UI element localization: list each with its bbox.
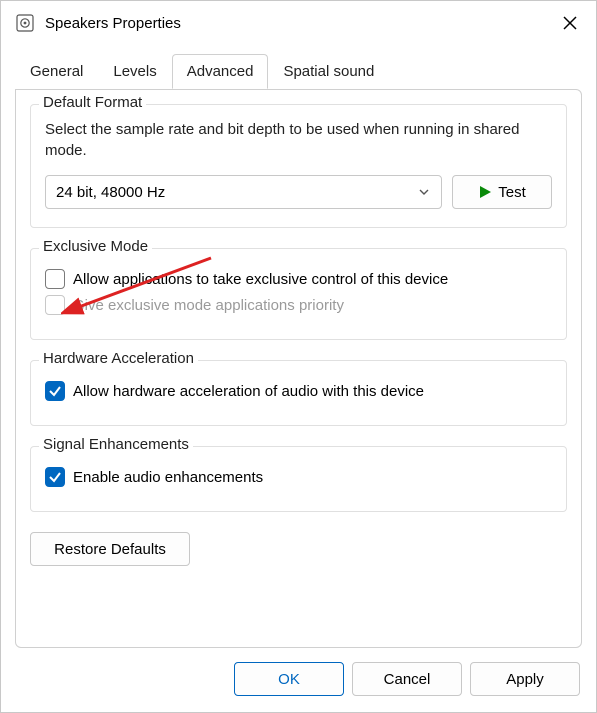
checkbox-box <box>45 269 65 289</box>
dialog-footer: OK Cancel Apply <box>1 648 596 712</box>
cancel-label: Cancel <box>384 671 431 688</box>
speaker-icon <box>15 13 35 33</box>
checkbox-hardware-acceleration[interactable]: Allow hardware acceleration of audio wit… <box>45 381 552 401</box>
checkbox-box <box>45 467 65 487</box>
close-icon <box>562 15 578 31</box>
window-title: Speakers Properties <box>45 15 556 32</box>
group-legend: Hardware Acceleration <box>39 350 198 367</box>
restore-defaults-label: Restore Defaults <box>54 541 166 558</box>
titlebar: Speakers Properties <box>1 1 596 45</box>
tab-strip: General Levels Advanced Spatial sound <box>1 53 596 89</box>
tab-general[interactable]: General <box>15 54 98 89</box>
checkbox-exclusive-control[interactable]: Allow applications to take exclusive con… <box>45 269 552 289</box>
group-hardware-acceleration: Hardware Acceleration Allow hardware acc… <box>30 360 567 426</box>
checkbox-label: Allow applications to take exclusive con… <box>73 271 448 288</box>
tab-levels[interactable]: Levels <box>98 54 171 89</box>
apply-label: Apply <box>506 671 544 688</box>
checkbox-exclusive-priority: Give exclusive mode applications priorit… <box>45 295 552 315</box>
ok-button[interactable]: OK <box>234 662 344 696</box>
restore-defaults-button[interactable]: Restore Defaults <box>30 532 190 566</box>
tab-content-advanced: Default Format Select the sample rate an… <box>15 89 582 648</box>
checkbox-label: Enable audio enhancements <box>73 469 263 486</box>
group-legend: Exclusive Mode <box>39 238 152 255</box>
apply-button[interactable]: Apply <box>470 662 580 696</box>
checkbox-box <box>45 295 65 315</box>
sample-rate-value: 24 bit, 48000 Hz <box>56 184 165 201</box>
group-exclusive-mode: Exclusive Mode Allow applications to tak… <box>30 248 567 340</box>
default-format-description: Select the sample rate and bit depth to … <box>45 119 552 161</box>
test-button[interactable]: Test <box>452 175 552 209</box>
group-legend: Signal Enhancements <box>39 436 193 453</box>
tab-spatial-sound[interactable]: Spatial sound <box>268 54 389 89</box>
group-signal-enhancements: Signal Enhancements Enable audio enhance… <box>30 446 567 512</box>
group-legend: Default Format <box>39 94 146 111</box>
test-label: Test <box>498 184 526 201</box>
play-icon <box>478 185 492 199</box>
ok-label: OK <box>278 671 300 688</box>
sample-rate-select[interactable]: 24 bit, 48000 Hz <box>45 175 442 209</box>
checkbox-box <box>45 381 65 401</box>
chevron-down-icon <box>417 185 431 199</box>
close-button[interactable] <box>556 9 584 37</box>
checkbox-audio-enhancements[interactable]: Enable audio enhancements <box>45 467 552 487</box>
tab-advanced[interactable]: Advanced <box>172 54 269 89</box>
checkbox-label: Give exclusive mode applications priorit… <box>73 297 344 314</box>
group-default-format: Default Format Select the sample rate an… <box>30 104 567 228</box>
cancel-button[interactable]: Cancel <box>352 662 462 696</box>
checkbox-label: Allow hardware acceleration of audio wit… <box>73 383 424 400</box>
properties-window: Speakers Properties General Levels Advan… <box>0 0 597 713</box>
